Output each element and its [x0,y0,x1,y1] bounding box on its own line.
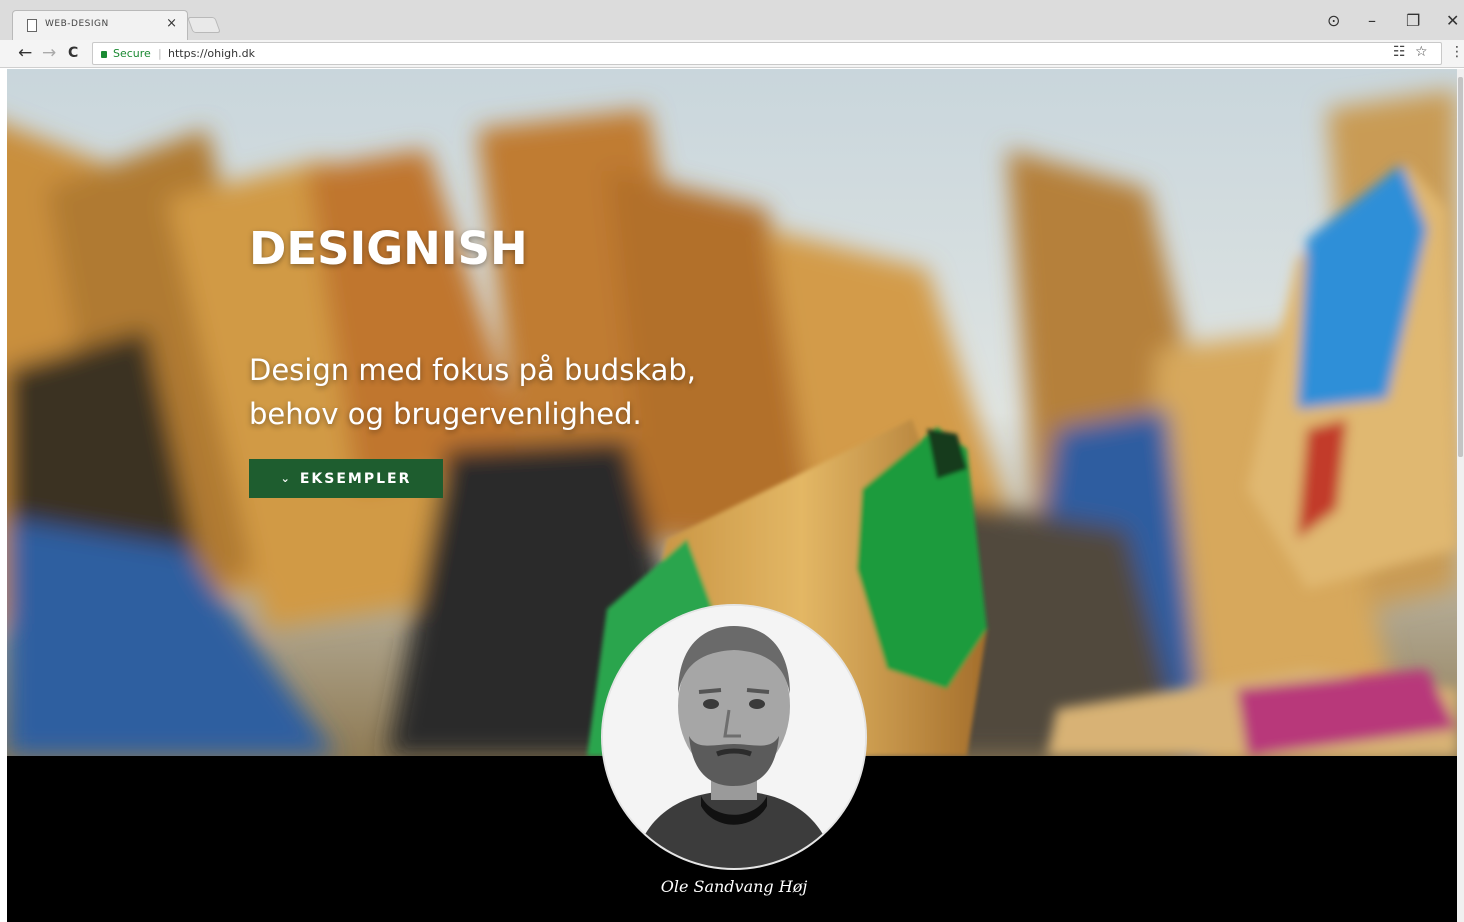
new-tab-button[interactable] [187,17,221,33]
separator: | [158,47,162,60]
browser-toolbar: ← → C Secure | https://ohigh.dk ☷ ☆ ⋮ [0,40,1464,68]
minimize-button[interactable]: – [1368,11,1376,30]
close-window-button[interactable]: ✕ [1446,11,1459,30]
tagline-line-2: behov og brugervenlighed. [249,397,642,431]
profile-name: Ole Sandvang Høj [660,877,808,896]
reload-button[interactable]: C [68,45,78,61]
page-viewport: DESIGNISH Design med fokus på budskab, b… [7,69,1457,922]
close-tab-icon[interactable]: × [166,16,177,31]
browser-tab-strip: WEB-DESIGN × ⊙ – ❐ ✕ [0,0,1464,40]
restore-button[interactable]: ❐ [1406,11,1420,30]
translate-icon[interactable]: ☷ [1393,44,1406,60]
portrait-photo [603,606,865,868]
browser-tab[interactable]: WEB-DESIGN × [12,10,188,40]
tab-title: WEB-DESIGN [45,19,109,29]
page-scrollbar[interactable] [1457,69,1464,922]
tagline-line-1: Design med fokus på budskab, [249,353,697,387]
page-icon [27,19,37,32]
url-text[interactable]: https://ohigh.dk [168,47,255,60]
hero-tagline: Design med fokus på budskab, behov og br… [249,348,769,436]
secure-label: Secure [113,47,151,60]
examples-button-label: EKSEMPLER [299,470,412,487]
examples-button[interactable]: ⌄ EKSEMPLER [249,459,443,498]
profile-avatar [603,606,865,868]
address-bar[interactable]: Secure | https://ohigh.dk ☷ ☆ [92,42,1442,65]
site-title: DESIGNISH [249,222,528,275]
scrollbar-thumb[interactable] [1458,77,1463,457]
back-button[interactable]: ← [18,43,32,63]
lock-icon [101,51,107,58]
forward-button[interactable]: → [42,43,56,63]
star-icon[interactable]: ☆ [1415,44,1428,60]
menu-icon[interactable]: ⋮ [1450,44,1464,60]
account-icon[interactable]: ⊙ [1327,11,1340,30]
chevron-down-icon: ⌄ [280,472,292,485]
